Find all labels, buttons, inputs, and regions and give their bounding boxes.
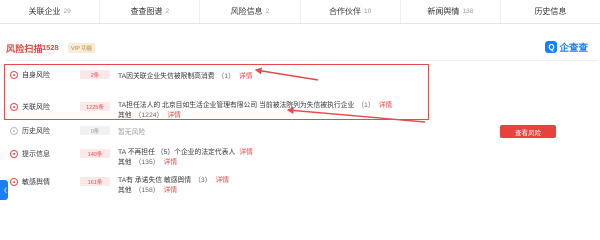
tab-label: 新闻舆情 — [427, 7, 460, 16]
tab-label: 历史信息 — [534, 7, 567, 16]
risk-item-other: 其他 （135） 详情 — [118, 156, 177, 166]
risk-category-label: 敏感舆情 — [22, 179, 50, 186]
tab-count: 29 — [63, 8, 71, 15]
risk-scan-header: 风险扫描 1528 VIP 功能 Q 企查查 — [6, 40, 596, 58]
risk-item-count: （158） — [134, 187, 160, 194]
view-risk-button[interactable]: 查看风险 — [500, 125, 556, 138]
tab-history[interactable]: 历史信息 — [499, 0, 600, 23]
risk-item-other: 其他 （1224） 详情 — [118, 109, 181, 119]
risk-scan-count: 1528 — [42, 43, 59, 52]
tab-label: 风险信息 — [230, 7, 263, 16]
details-link[interactable]: 详情 — [167, 112, 181, 119]
tab-count: 2 — [265, 8, 270, 15]
risk-category: 提示信息 — [10, 149, 50, 159]
risk-count-badge: 161条 — [80, 177, 110, 186]
risk-item: TA因关联企业失信被限制高消费 （1） 详情 — [118, 70, 253, 80]
tab-partners[interactable]: 合作伙伴 10 — [299, 0, 400, 23]
risk-target-icon — [10, 71, 18, 79]
risk-category-label: 历史风险 — [22, 128, 50, 135]
sentiment-icon — [10, 178, 18, 186]
tab-count: 138 — [462, 8, 474, 15]
risk-category: 自身风险 — [10, 70, 50, 80]
risk-item-text: TA 不再担任 （5）个企业的法定代表人 — [118, 149, 236, 156]
tab-count: 2 — [165, 8, 170, 15]
risk-category: 关联风险 — [10, 102, 50, 112]
risk-count-badge: 0条 — [80, 126, 110, 135]
risk-item-text: 其他 — [118, 187, 132, 194]
risk-item: 暂无风险 — [118, 126, 145, 136]
risk-item-count: （1224） — [134, 112, 164, 119]
tab-news[interactable]: 新闻舆情 138 — [399, 0, 500, 23]
details-link[interactable]: 详情 — [239, 73, 253, 80]
details-link[interactable]: 详情 — [379, 102, 393, 109]
risk-item-count: （1） — [357, 102, 375, 109]
risk-category-label: 关联风险 — [22, 104, 50, 111]
divider — [6, 60, 598, 61]
risk-item-count: （135） — [134, 159, 160, 166]
tab-label: 关联企业 — [28, 7, 61, 16]
risk-count-badge: 140条 — [80, 149, 110, 158]
tab-graph[interactable]: 查查图谱 2 — [99, 0, 199, 23]
risk-item-text: 其他 — [118, 112, 132, 119]
risk-category: 历史风险 — [10, 126, 50, 136]
details-link[interactable]: 详情 — [164, 159, 178, 166]
tab-label: 查查图谱 — [130, 7, 163, 16]
notice-icon — [10, 150, 18, 158]
tab-count: 10 — [363, 8, 372, 15]
tab-related-companies[interactable]: 关联企业 29 — [0, 0, 99, 23]
qcc-logo-icon: Q — [545, 41, 558, 53]
risk-item-count: （1） — [217, 73, 235, 80]
risk-item-count: （3） — [194, 177, 212, 184]
risk-item-text: TA担任法人的 北京目如生活企业管理有限公司 当前被法院列为失信被执行企业 — [118, 102, 355, 109]
details-link[interactable]: 详情 — [164, 187, 178, 194]
brand-logo: Q 企查查 — [545, 40, 588, 54]
risk-item: TA 不再担任 （5）个企业的法定代表人 详情 — [118, 146, 253, 156]
risk-item: TA担任法人的 北京目如生活企业管理有限公司 当前被法院列为失信被执行企业 （1）… — [118, 99, 392, 109]
risk-target-icon — [10, 127, 18, 135]
risk-count-badge: 2条 — [80, 70, 110, 79]
risk-scan-logo: 风险扫描 — [6, 45, 43, 55]
risk-item: TA有 承诺失信 敏感舆情 （3） 详情 — [118, 174, 229, 184]
risk-category: 敏感舆情 — [10, 177, 50, 187]
risk-category-label: 自身风险 — [22, 72, 50, 79]
tab-label: 合作伙伴 — [328, 7, 361, 16]
risk-category-label: 提示信息 — [22, 151, 50, 158]
tab-bar: 关联企业 29 查查图谱 2 风险信息 2 合作伙伴 10 新闻舆情 138 历史信息 — [0, 0, 600, 24]
details-link[interactable]: 详情 — [216, 177, 230, 184]
risk-target-icon — [10, 103, 18, 111]
tab-risk-info[interactable]: 风险信息 2 — [199, 0, 299, 23]
brand-name: 企查查 — [559, 43, 588, 54]
risk-item-text: TA有 承诺失信 敏感舆情 — [118, 177, 192, 184]
collapse-side-handle[interactable]: 《 — [0, 180, 8, 200]
no-risk-text: 暂无风险 — [118, 129, 146, 136]
risk-item-text: 其他 — [118, 159, 132, 166]
vip-badge: VIP 功能 — [68, 43, 96, 53]
risk-item-text: TA因关联企业失信被限制高消费 — [118, 73, 215, 80]
risk-item-other: 其他 （158） 详情 — [118, 184, 177, 194]
details-link[interactable]: 详情 — [239, 149, 253, 156]
risk-count-badge: 1225条 — [80, 102, 110, 111]
